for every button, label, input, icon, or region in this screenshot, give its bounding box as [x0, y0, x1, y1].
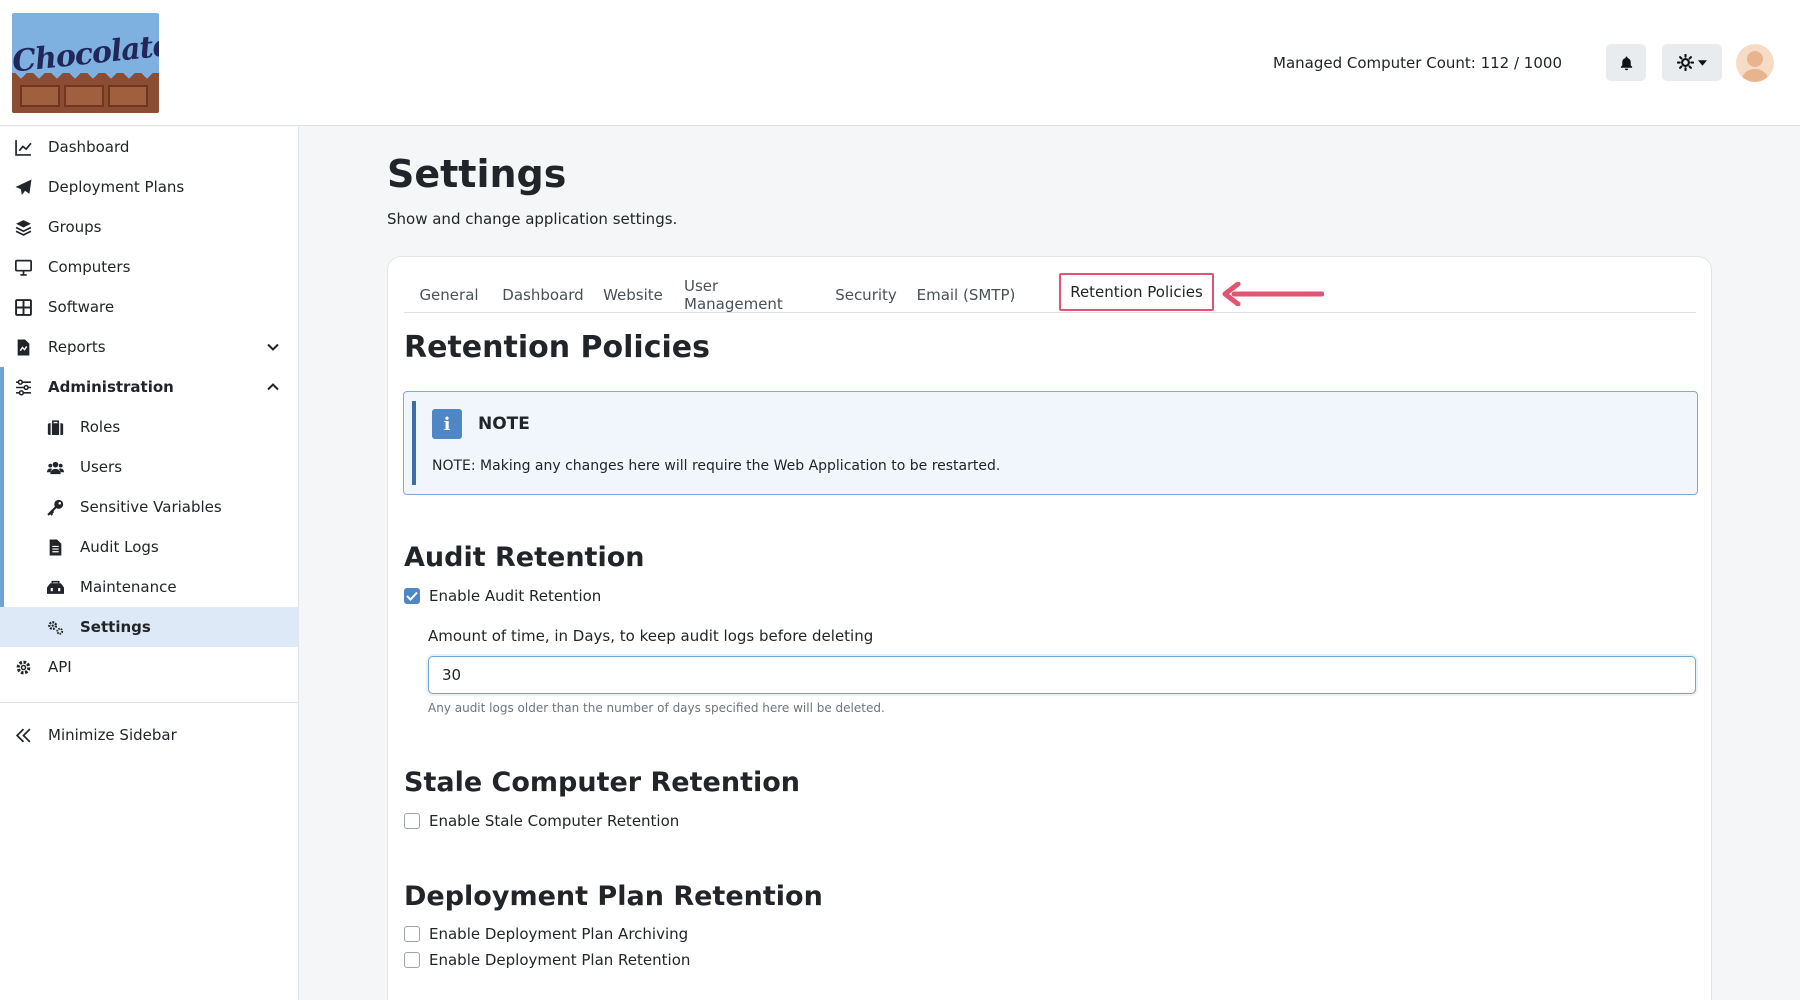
desktop-icon	[15, 259, 32, 276]
report-file-icon	[17, 339, 30, 356]
sidebar-item-users[interactable]: Users	[0, 447, 299, 487]
sidebar-item-label: Administration	[48, 378, 174, 396]
audit-days-input[interactable]	[428, 656, 1696, 694]
chocolatey-logo[interactable]: Chocolatey	[12, 13, 159, 113]
sidebar-item-label: Maintenance	[80, 578, 177, 596]
enable-stale-retention-label: Enable Stale Computer Retention	[429, 812, 680, 830]
enable-audit-retention-checkbox[interactable]	[404, 588, 420, 604]
chevron-down-icon	[267, 343, 279, 351]
note-title: NOTE	[478, 414, 530, 434]
tab-retention-policies[interactable]: Retention Policies	[1059, 273, 1214, 311]
gears-icon	[48, 621, 64, 635]
notifications-button[interactable]	[1606, 44, 1646, 81]
bell-icon	[1620, 55, 1632, 70]
sidebar-item-label: Sensitive Variables	[80, 498, 222, 516]
note-callout: i NOTE NOTE: Making any changes here wil…	[403, 391, 1698, 495]
file-text-icon	[49, 539, 62, 556]
managed-computer-count: Managed Computer Count: 112 / 1000	[1273, 54, 1562, 72]
sidebar-item-reports[interactable]: Reports	[0, 327, 299, 367]
toolbox-icon	[47, 580, 64, 594]
sidebar-item-label: Software	[48, 298, 115, 316]
theme-settings-dropdown[interactable]	[1662, 44, 1722, 81]
minimize-sidebar-button[interactable]: Minimize Sidebar	[0, 715, 299, 755]
note-accent-bar	[412, 401, 416, 485]
briefcase-icon	[47, 420, 64, 435]
sidebar-item-computers[interactable]: Computers	[0, 247, 299, 287]
enable-stale-retention-checkbox[interactable]	[404, 813, 420, 829]
highlight-arrow-icon	[1222, 282, 1324, 306]
double-chevron-left-icon	[15, 728, 31, 743]
retention-policies-heading: Retention Policies	[404, 330, 710, 365]
sidebar-item-audit-logs[interactable]: Audit Logs	[0, 527, 299, 567]
enable-deployment-retention-label: Enable Deployment Plan Retention	[429, 951, 691, 969]
settings-tabs: General Dashboard Website User Managemen…	[404, 273, 1696, 313]
sidebar-item-groups[interactable]: Groups	[0, 207, 299, 247]
tab-email-smtp[interactable]: Email (SMTP)	[916, 276, 1016, 313]
sidebar-item-label: Dashboard	[48, 138, 130, 156]
tab-dashboard[interactable]: Dashboard	[502, 276, 584, 313]
users-icon	[47, 461, 64, 475]
sidebar-item-deployment-plans[interactable]: Deployment Plans	[0, 167, 299, 207]
enable-deployment-archiving-checkbox[interactable]	[404, 926, 420, 942]
enable-audit-retention-label: Enable Audit Retention	[429, 587, 602, 605]
page-title: Settings	[387, 152, 567, 196]
info-icon: i	[432, 409, 462, 439]
sidebar-item-label: Deployment Plans	[48, 178, 185, 196]
audit-days-label: Amount of time, in Days, to keep audit l…	[428, 627, 874, 645]
tab-user-management[interactable]: User Management	[684, 276, 817, 313]
sidebar-item-administration[interactable]: Administration	[0, 367, 299, 407]
key-icon	[47, 499, 64, 516]
minimize-sidebar-label: Minimize Sidebar	[48, 726, 177, 744]
tab-security[interactable]: Security	[834, 276, 898, 313]
gear-icon	[16, 660, 31, 675]
tab-website[interactable]: Website	[600, 276, 666, 313]
sidebar-item-settings[interactable]: Settings	[0, 607, 299, 647]
sidebar-item-label: Settings	[80, 618, 151, 636]
user-avatar[interactable]	[1736, 44, 1774, 82]
sidebar-item-label: Roles	[80, 418, 121, 436]
chart-line-icon	[15, 140, 32, 156]
enable-deployment-retention-checkbox[interactable]	[404, 952, 420, 968]
sidebar-item-software[interactable]: Software	[0, 287, 299, 327]
sidebar-divider	[0, 702, 299, 703]
tab-general[interactable]: General	[414, 276, 484, 313]
deployment-plan-retention-heading: Deployment Plan Retention	[404, 881, 823, 912]
paper-plane-icon	[15, 179, 32, 195]
sun-gear-icon	[1677, 54, 1694, 71]
audit-days-help: Any audit logs older than the number of …	[428, 701, 885, 715]
sidebar-item-label: Users	[80, 458, 123, 476]
stale-computer-retention-heading: Stale Computer Retention	[404, 767, 800, 798]
sidebar-item-maintenance[interactable]: Maintenance	[0, 567, 299, 607]
enable-audit-retention-row[interactable]: Enable Audit Retention	[404, 586, 601, 606]
enable-stale-retention-row[interactable]: Enable Stale Computer Retention	[404, 811, 679, 831]
page-subtitle: Show and change application settings.	[387, 210, 678, 228]
grid-icon	[15, 299, 32, 316]
sidebar-item-label: Computers	[48, 258, 131, 276]
sliders-icon	[16, 379, 31, 396]
sidebar-item-api[interactable]: API	[0, 647, 299, 687]
checkmark-icon	[406, 591, 418, 601]
layers-icon	[15, 220, 32, 236]
sidebar-item-roles[interactable]: Roles	[0, 407, 299, 447]
sidebar-item-label: API	[48, 658, 72, 676]
enable-deployment-archiving-label: Enable Deployment Plan Archiving	[429, 925, 689, 943]
caret-down-icon	[1698, 59, 1707, 66]
chevron-up-icon	[267, 383, 279, 391]
sidebar: Dashboard Deployment Plans Groups Comput…	[0, 127, 299, 1000]
sidebar-item-sensitive-variables[interactable]: Sensitive Variables	[0, 487, 299, 527]
sidebar-item-label: Audit Logs	[80, 538, 159, 556]
enable-deployment-archiving-row[interactable]: Enable Deployment Plan Archiving	[404, 924, 688, 944]
note-text: NOTE: Making any changes here will requi…	[432, 458, 1001, 474]
sidebar-item-label: Reports	[48, 338, 106, 356]
audit-retention-heading: Audit Retention	[404, 542, 645, 573]
avatar-icon	[1741, 51, 1769, 82]
top-header: Chocolatey Managed Computer Count: 112 /…	[0, 0, 1800, 126]
sidebar-item-label: Groups	[48, 218, 102, 236]
enable-deployment-retention-row[interactable]: Enable Deployment Plan Retention	[404, 950, 690, 970]
sidebar-item-dashboard[interactable]: Dashboard	[0, 127, 299, 167]
